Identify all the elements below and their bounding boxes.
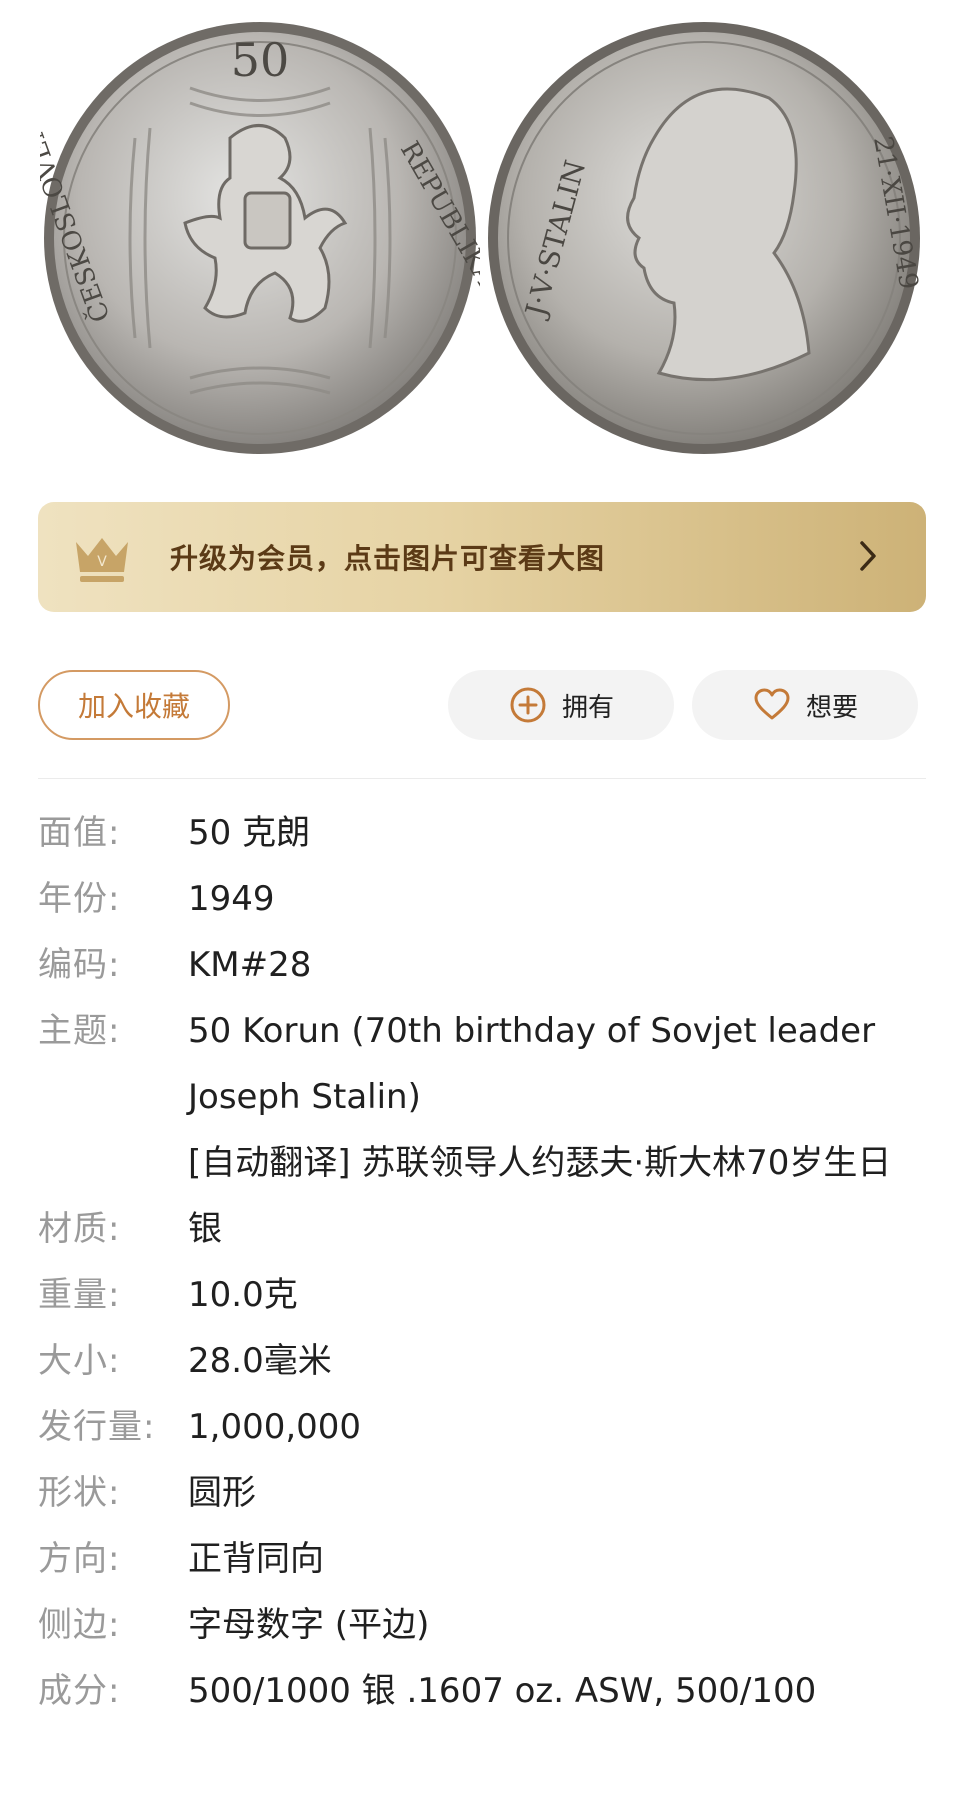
own-button[interactable]: 拥有 [448, 670, 674, 740]
detail-row-size: 大小: 28.0毫米 [38, 1328, 926, 1394]
detail-value: 圆形 [188, 1473, 256, 1513]
coin-obverse-image[interactable]: 50 REPUBLIKA ČESKOSLOVENSKÁ [40, 18, 480, 458]
detail-row-composition: 成分: 500/1000 银 .1607 oz. ASW, 500/100 [38, 1658, 926, 1724]
own-label: 拥有 [561, 692, 614, 723]
detail-label: 材质: [38, 1209, 121, 1249]
crown-icon: V [76, 538, 128, 582]
detail-label: 面值: [38, 813, 121, 853]
want-button[interactable]: 想要 [692, 670, 918, 740]
detail-value: 正背同向 [188, 1539, 324, 1579]
detail-row-year: 年份: 1949 [38, 866, 926, 932]
want-label: 想要 [805, 692, 858, 723]
detail-row-denomination: 面值: 50 克朗 [38, 800, 926, 866]
text-fade-overlay [764, 1716, 964, 1800]
detail-value: 50 Korun (70th birthday of Sovjet leader… [188, 1011, 876, 1117]
svg-text:V: V [97, 554, 107, 570]
detail-value: 28.0毫米 [188, 1341, 332, 1381]
detail-row-weight: 重量: 10.0克 [38, 1262, 926, 1328]
detail-row-code: 编码: KM#28 [38, 932, 926, 998]
coin-reverse-graphic: J·V·STALIN 21·XII·1949 [488, 22, 924, 454]
detail-value: KM#28 [188, 945, 312, 985]
detail-value: 字母数字 (平边) [188, 1605, 430, 1645]
detail-label: 发行量: [38, 1407, 156, 1447]
detail-value: 1949 [188, 879, 275, 919]
coin-details: 面值: 50 克朗 年份: 1949 编码: KM#28 主题: 50 Koru… [38, 800, 926, 1724]
coin-images[interactable]: 50 REPUBLIKA ČESKOSLOVENSKÁ [0, 0, 964, 490]
coin-reverse-image[interactable]: J·V·STALIN 21·XII·1949 [484, 18, 924, 458]
detail-row-orientation: 方向: 正背同向 [38, 1526, 926, 1592]
detail-label: 主题: [38, 1011, 121, 1051]
detail-label: 成分: [38, 1671, 121, 1711]
svg-text:50: 50 [231, 33, 290, 87]
add-to-favorites-label: 加入收藏 [77, 690, 190, 723]
detail-value: 50 克朗 [188, 813, 311, 853]
detail-row-theme: 主题: 50 Korun (70th birthday of Sovjet le… [38, 998, 926, 1196]
detail-value: 1,000,000 [188, 1407, 362, 1447]
detail-row-material: 材质: 银 [38, 1196, 926, 1262]
detail-value: 500/1000 银 .1607 oz. ASW, 500/100 [188, 1671, 817, 1711]
coin-detail-page: 50 REPUBLIKA ČESKOSLOVENSKÁ [0, 0, 964, 1800]
detail-value-translation: [自动翻译] 苏联领导人约瑟夫·斯大林70岁生日 [188, 1143, 892, 1183]
detail-label: 编码: [38, 945, 121, 985]
detail-row-shape: 形状: 圆形 [38, 1460, 926, 1526]
divider [38, 778, 926, 779]
plus-circle-icon [510, 687, 546, 723]
detail-label: 方向: [38, 1539, 121, 1579]
detail-label: 侧边: [38, 1605, 121, 1645]
detail-row-mintage: 发行量: 1,000,000 [38, 1394, 926, 1460]
detail-label: 年份: [38, 879, 121, 919]
member-upgrade-banner[interactable]: V 升级为会员，点击图片可查看大图 [38, 502, 926, 612]
add-to-favorites-button[interactable]: 加入收藏 [38, 670, 230, 740]
detail-value: 10.0克 [188, 1275, 298, 1315]
detail-label: 重量: [38, 1275, 121, 1315]
detail-value: 银 [188, 1209, 222, 1249]
chevron-right-icon [860, 541, 876, 571]
detail-label: 大小: [38, 1341, 121, 1381]
banner-text: 升级为会员，点击图片可查看大图 [170, 542, 606, 575]
detail-label: 形状: [38, 1473, 121, 1513]
detail-row-edge: 侧边: 字母数字 (平边) [38, 1592, 926, 1658]
heart-icon [754, 688, 790, 720]
coin-obverse-graphic: 50 REPUBLIKA ČESKOSLOVENSKÁ [40, 22, 480, 454]
